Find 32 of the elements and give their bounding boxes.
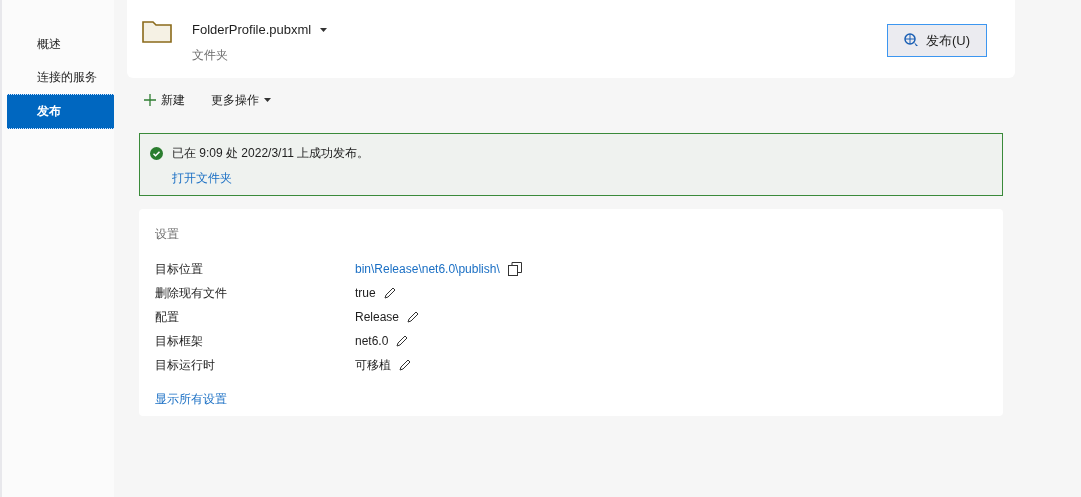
plus-icon — [144, 94, 156, 106]
pencil-icon[interactable] — [407, 311, 420, 323]
show-all-settings-link[interactable]: 显示所有设置 — [155, 392, 227, 406]
caret-icon — [264, 98, 271, 102]
check-circle-icon — [150, 147, 163, 160]
sidebar-item[interactable]: 发布 — [7, 94, 114, 129]
setting-label: 目标位置 — [155, 260, 204, 278]
setting-label: 目标运行时 — [155, 356, 216, 374]
setting-label: 目标框架 — [155, 332, 204, 350]
setting-label: 删除现有文件 — [155, 284, 228, 302]
sidebar-item[interactable]: 概述 — [7, 28, 114, 61]
caret-icon — [320, 27, 328, 32]
publish-button[interactable]: 发布(U) — [887, 24, 987, 57]
folder-icon — [142, 19, 172, 43]
profile-type: 文件夹 — [192, 47, 229, 64]
new-button[interactable]: 新建 — [144, 91, 185, 109]
pencil-icon[interactable] — [399, 359, 411, 371]
more-actions-button[interactable]: 更多操作 — [211, 91, 271, 109]
setting-link[interactable]: bin\Release\net6.0\publish\ — [355, 262, 500, 276]
setting-label: 配置 — [155, 308, 180, 326]
setting-value: Release — [355, 310, 400, 324]
copy-icon[interactable] — [507, 262, 522, 276]
pencil-icon[interactable] — [383, 287, 396, 299]
status-message: 已在 9:09 处 2022/3/11 上成功发布。 — [172, 145, 370, 162]
setting-value: true — [355, 286, 376, 300]
settings-title: 设置 — [155, 226, 180, 243]
profile-name[interactable]: FolderProfile.pubxml — [192, 22, 312, 37]
sidebar-item[interactable]: 连接的服务 — [7, 61, 114, 94]
setting-value: 可移植 — [355, 356, 391, 374]
setting-value: net6.0 — [355, 334, 389, 348]
pencil-icon[interactable] — [396, 335, 409, 347]
open-folder-link[interactable]: 打开文件夹 — [172, 170, 232, 187]
